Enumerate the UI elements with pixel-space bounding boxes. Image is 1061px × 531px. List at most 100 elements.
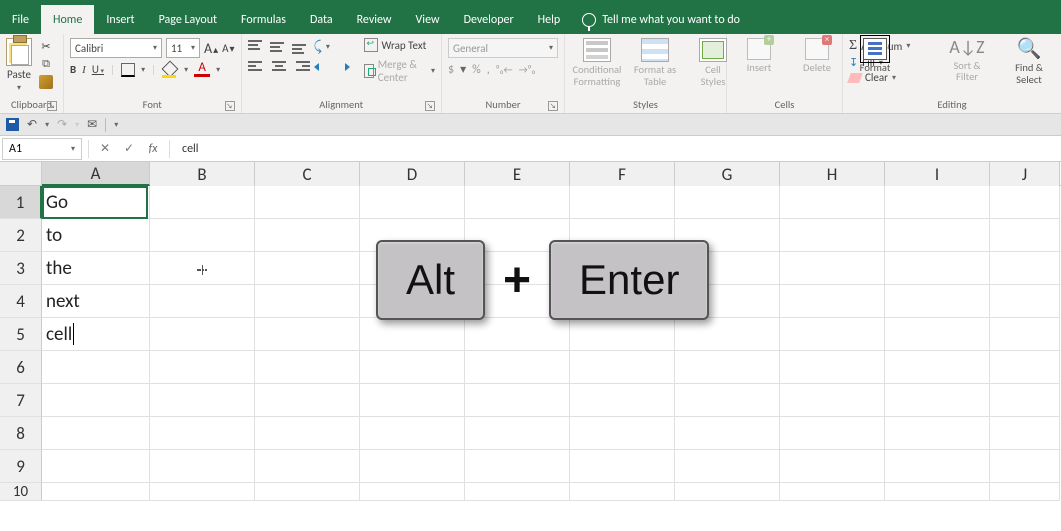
font-color-button[interactable]: A	[194, 62, 210, 77]
cell-J6[interactable]	[990, 351, 1060, 384]
cell-H10[interactable]	[780, 483, 885, 501]
cell-G7[interactable]	[675, 384, 780, 417]
cell-G6[interactable]	[675, 351, 780, 384]
cell-D6[interactable]	[360, 351, 465, 384]
cell-H4[interactable]	[780, 285, 885, 318]
increase-indent-button[interactable]	[334, 61, 350, 75]
increase-font-button[interactable]: A▴	[204, 40, 218, 57]
fill-color-button[interactable]	[162, 63, 178, 77]
bold-button[interactable]: B	[70, 63, 76, 76]
cell-H1[interactable]	[780, 186, 885, 219]
font-launcher[interactable]: ↘	[225, 101, 235, 111]
align-top-button[interactable]	[248, 40, 266, 54]
cell-J4[interactable]	[990, 285, 1060, 318]
cell-D5[interactable]	[360, 318, 465, 351]
row-header-7[interactable]: 7	[0, 384, 42, 417]
cell-C7[interactable]	[255, 384, 360, 417]
cell-A10[interactable]	[42, 483, 150, 501]
cell-J3[interactable]	[990, 252, 1060, 285]
cell-B6[interactable]	[150, 351, 255, 384]
row-header-5[interactable]: 5	[0, 318, 42, 351]
autosum-button[interactable]: ΣAutoSum ▾	[849, 38, 931, 54]
enter-edit-button[interactable]: ✓	[117, 138, 141, 160]
cell-I6[interactable]	[885, 351, 990, 384]
cell-G1[interactable]	[675, 186, 780, 219]
tab-help[interactable]: Help	[526, 5, 573, 34]
tab-formulas[interactable]: Formulas	[229, 5, 298, 34]
cell-J1[interactable]	[990, 186, 1060, 219]
cell-I10[interactable]	[885, 483, 990, 501]
cell-H8[interactable]	[780, 417, 885, 450]
tab-view[interactable]: View	[404, 5, 452, 34]
cell-I3[interactable]	[885, 252, 990, 285]
cell-C4[interactable]	[255, 285, 360, 318]
cell-H7[interactable]	[780, 384, 885, 417]
cell-E1[interactable]	[465, 186, 570, 219]
orientation-button[interactable]: ⤹	[314, 38, 322, 55]
cell-E10[interactable]	[465, 483, 570, 501]
align-right-button[interactable]	[292, 61, 310, 75]
cell-E8[interactable]	[465, 417, 570, 450]
formula-bar-input[interactable]: cell	[174, 142, 1061, 156]
cell-F5[interactable]	[570, 318, 675, 351]
cell-A2[interactable]: to	[42, 219, 150, 252]
decrease-decimal-button[interactable]: →⁰₀	[519, 63, 536, 76]
cell-F7[interactable]	[570, 384, 675, 417]
alignment-launcher[interactable]: ↘	[425, 101, 435, 111]
conditional-formatting-button[interactable]: Conditional Formatting	[571, 38, 623, 87]
cell-F8[interactable]	[570, 417, 675, 450]
cell-I5[interactable]	[885, 318, 990, 351]
row-header-1[interactable]: 1	[0, 186, 42, 219]
cell-B7[interactable]	[150, 384, 255, 417]
cell-I4[interactable]	[885, 285, 990, 318]
qat-customize[interactable]: ▾	[114, 120, 118, 130]
insert-cells-button[interactable]: Insert	[733, 38, 785, 74]
cell-C10[interactable]	[255, 483, 360, 501]
cell-E7[interactable]	[465, 384, 570, 417]
cell-H2[interactable]	[780, 219, 885, 252]
format-as-table-button[interactable]: Format as Table	[629, 38, 681, 87]
cell-H3[interactable]	[780, 252, 885, 285]
tab-data[interactable]: Data	[298, 5, 345, 34]
number-launcher[interactable]: ↘	[548, 101, 558, 111]
cell-A1[interactable]: Go	[42, 186, 150, 219]
cell-E9[interactable]	[465, 450, 570, 483]
find-select-button[interactable]: 🔍Find & Select	[1003, 38, 1055, 85]
cell-I1[interactable]	[885, 186, 990, 219]
decrease-indent-button[interactable]	[314, 61, 330, 75]
paste-button[interactable]: Paste ▾	[6, 38, 32, 93]
align-left-button[interactable]	[248, 61, 266, 75]
col-header-G[interactable]: G	[675, 162, 780, 186]
increase-decimal-button[interactable]: ⁰₀←	[496, 63, 513, 76]
cell-I2[interactable]	[885, 219, 990, 252]
cell-C6[interactable]	[255, 351, 360, 384]
cell-I9[interactable]	[885, 450, 990, 483]
cell-B2[interactable]	[150, 219, 255, 252]
wrap-text-button[interactable]: Wrap Text	[364, 38, 435, 52]
italic-button[interactable]: I	[82, 64, 86, 76]
format-painter-button[interactable]	[38, 74, 54, 90]
row-header-4[interactable]: 4	[0, 285, 42, 318]
cell-A9[interactable]	[42, 450, 150, 483]
insert-function-button[interactable]: fx	[141, 138, 165, 160]
align-center-button[interactable]	[270, 61, 288, 75]
row-header-10[interactable]: 10	[0, 483, 42, 501]
cell-D9[interactable]	[360, 450, 465, 483]
cell-F9[interactable]	[570, 450, 675, 483]
row-header-6[interactable]: 6	[0, 351, 42, 384]
tab-developer[interactable]: Developer	[452, 5, 526, 34]
email-button[interactable]: ✉	[87, 117, 97, 132]
cell-A8[interactable]	[42, 417, 150, 450]
underline-button[interactable]: U ▾	[92, 63, 104, 76]
col-header-F[interactable]: F	[570, 162, 675, 186]
col-header-H[interactable]: H	[780, 162, 885, 186]
cell-C1[interactable]	[255, 186, 360, 219]
cell-D1[interactable]	[360, 186, 465, 219]
cell-J8[interactable]	[990, 417, 1060, 450]
copy-button[interactable]: ⧉	[38, 56, 54, 72]
percent-button[interactable]: %	[472, 63, 481, 77]
cell-G10[interactable]	[675, 483, 780, 501]
col-header-E[interactable]: E	[465, 162, 570, 186]
cell-C2[interactable]	[255, 219, 360, 252]
cancel-edit-button[interactable]: ✕	[93, 138, 117, 160]
